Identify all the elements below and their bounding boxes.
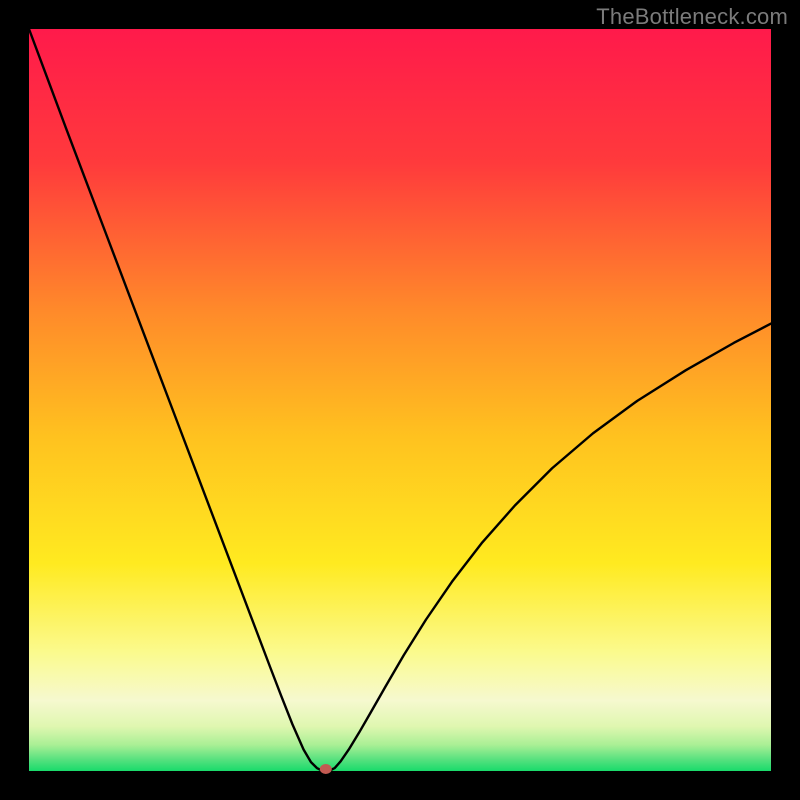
plot-area bbox=[29, 29, 771, 771]
watermark-text: TheBottleneck.com bbox=[596, 4, 788, 30]
chart-frame: TheBottleneck.com bbox=[0, 0, 800, 800]
bottleneck-curve bbox=[29, 29, 771, 771]
